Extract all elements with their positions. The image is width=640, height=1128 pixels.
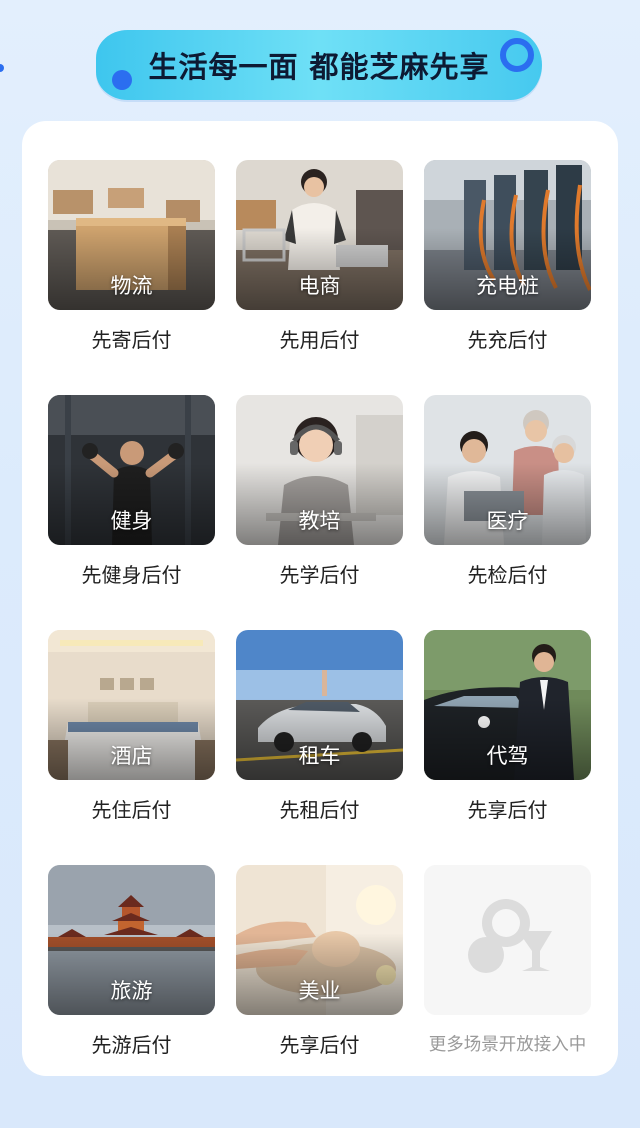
scene-tile-medical[interactable]: 医疗 先检后付 (424, 395, 591, 588)
scene-caption: 先游后付 (91, 1033, 172, 1057)
scene-tile-beauty[interactable]: 美业 先享后付 (236, 865, 403, 1058)
decor-ring (500, 38, 534, 72)
charging-pile-photo[interactable]: 充电桩 (424, 160, 591, 310)
scene-tile-logistics[interactable]: 物流 先寄后付 (48, 160, 215, 353)
scene-tile-charging[interactable]: 充电桩 先充后付 (424, 160, 591, 353)
scene-label: 教培 (298, 509, 341, 533)
scenes-card: 物流 先寄后付 电商 先用后付 充电桩 先充后付 健身 先健身后付 教培 先学后… (22, 121, 618, 1076)
scene-label: 电商 (298, 274, 341, 298)
designated-driver-photo[interactable]: 代驾 (424, 630, 591, 780)
scene-label: 酒店 (110, 744, 153, 768)
scene-caption: 先充后付 (467, 328, 548, 352)
more-scenes-caption: 更多场景开放接入中 (428, 1035, 587, 1055)
scene-label: 物流 (110, 274, 153, 298)
scenes-grid: 物流 先寄后付 电商 先用后付 充电桩 先充后付 健身 先健身后付 教培 先学后… (48, 160, 592, 1058)
travel-photo[interactable]: 旅游 (48, 865, 215, 1015)
ecommerce-photo[interactable]: 电商 (236, 160, 403, 310)
education-photo[interactable]: 教培 (236, 395, 403, 545)
scene-label: 旅游 (110, 979, 153, 1003)
scene-caption: 先享后付 (279, 1033, 360, 1057)
scene-tile-driver[interactable]: 代驾 先享后付 (424, 630, 591, 823)
scene-tile-fitness[interactable]: 健身 先健身后付 (48, 395, 215, 588)
scene-caption: 先检后付 (467, 563, 548, 587)
scene-tile-ecommerce[interactable]: 电商 先用后付 (236, 160, 403, 353)
beauty-photo[interactable]: 美业 (236, 865, 403, 1015)
logistics-photo[interactable]: 物流 (48, 160, 215, 310)
page-title: 生活每一面 都能芝麻先享 (148, 50, 490, 84)
decor-dot (0, 64, 4, 72)
scene-caption: 先寄后付 (91, 328, 172, 352)
scene-caption: 先用后付 (279, 328, 360, 352)
sesame-logo-icon (424, 865, 591, 1015)
scene-label: 健身 (110, 509, 153, 533)
scene-caption: 先住后付 (91, 798, 172, 822)
medical-photo[interactable]: 医疗 (424, 395, 591, 545)
scene-caption: 先健身后付 (81, 563, 182, 587)
scene-tile-education[interactable]: 教培 先学后付 (236, 395, 403, 588)
scene-tile-hotel[interactable]: 酒店 先住后付 (48, 630, 215, 823)
scene-caption: 先租后付 (279, 798, 360, 822)
hotel-photo[interactable]: 酒店 (48, 630, 215, 780)
scene-caption: 先学后付 (279, 563, 360, 587)
scene-tile-travel[interactable]: 旅游 先游后付 (48, 865, 215, 1058)
scene-label: 充电桩 (476, 274, 539, 298)
car-rental-photo[interactable]: 租车 (236, 630, 403, 780)
scene-label: 美业 (298, 979, 341, 1003)
scene-caption: 先享后付 (467, 798, 548, 822)
fitness-photo[interactable]: 健身 (48, 395, 215, 545)
page-banner: 生活每一面 都能芝麻先享 (96, 30, 542, 100)
scene-label: 医疗 (486, 509, 529, 533)
scene-label: 租车 (298, 744, 341, 768)
scene-tile-more: 更多场景开放接入中 (424, 865, 591, 1058)
more-scenes-placeholder (424, 865, 591, 1015)
scene-tile-car-rental[interactable]: 租车 先租后付 (236, 630, 403, 823)
scene-label: 代驾 (486, 744, 529, 768)
decor-dot (112, 70, 132, 90)
